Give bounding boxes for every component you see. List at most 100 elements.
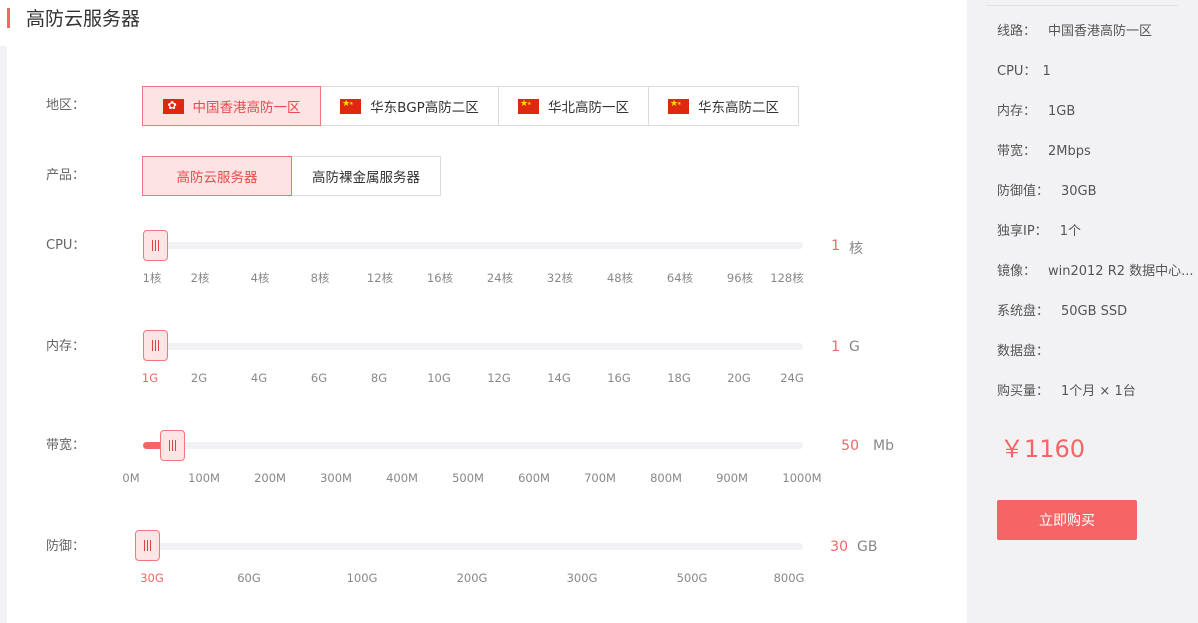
memory-slider-track[interactable] bbox=[143, 343, 803, 350]
product-options: 高防云服务器 高防裸金属服务器 bbox=[142, 156, 441, 196]
memory-tick[interactable]: 24G bbox=[780, 371, 804, 385]
region-options: 中国香港高防一区 华东BGP高防二区 华北高防一区 华东高防二区 bbox=[142, 86, 799, 126]
region-option-label: 华东BGP高防二区 bbox=[370, 100, 479, 116]
summary-key: 防御值： bbox=[997, 184, 1050, 199]
memory-unit: G bbox=[849, 339, 860, 355]
region-option-label: 华东高防二区 bbox=[698, 100, 779, 116]
defense-tick[interactable]: 60G bbox=[237, 571, 261, 585]
summary-row-bandwidth: 带宽： 2Mbps bbox=[997, 144, 1091, 160]
memory-tick[interactable]: 18G bbox=[667, 371, 691, 385]
cn-flag-icon bbox=[518, 98, 539, 114]
cpu-unit: 核 bbox=[849, 241, 863, 257]
memory-tick[interactable]: 20G bbox=[727, 371, 751, 385]
cpu-tick[interactable]: 24核 bbox=[487, 270, 513, 286]
memory-tick[interactable]: 12G bbox=[487, 371, 511, 385]
summary-row-ip: 独享IP： 1个 bbox=[997, 224, 1081, 240]
region-option-east-bgp2[interactable]: 华东BGP高防二区 bbox=[320, 86, 499, 126]
defense-tick[interactable]: 800G bbox=[774, 571, 805, 585]
summary-row-memory: 内存： 1GB bbox=[997, 104, 1075, 120]
cpu-tick[interactable]: 1核 bbox=[143, 270, 162, 286]
summary-row-image: 镜像： win2012 R2 数据中心... bbox=[997, 264, 1194, 280]
summary-key: 镜像： bbox=[997, 264, 1037, 279]
cpu-slider-handle[interactable] bbox=[143, 230, 168, 261]
bandwidth-tick[interactable]: 500M bbox=[452, 471, 484, 485]
summary-key: 线路： bbox=[997, 24, 1037, 39]
memory-tick[interactable]: 10G bbox=[427, 371, 451, 385]
bandwidth-tick[interactable]: 1000M bbox=[782, 471, 821, 485]
cpu-label: CPU： bbox=[46, 238, 86, 253]
memory-tick[interactable]: 14G bbox=[547, 371, 571, 385]
memory-tick[interactable]: 6G bbox=[311, 371, 327, 385]
summary-key: CPU： bbox=[997, 64, 1037, 79]
bandwidth-tick[interactable]: 200M bbox=[254, 471, 286, 485]
region-option-label: 华北高防一区 bbox=[548, 100, 629, 116]
product-label: 产品： bbox=[46, 168, 86, 183]
bandwidth-tick[interactable]: 400M bbox=[386, 471, 418, 485]
defense-unit: GB bbox=[857, 539, 878, 555]
memory-tick[interactable]: 1G bbox=[142, 371, 158, 385]
cpu-tick[interactable]: 12核 bbox=[367, 270, 393, 286]
page-header: 高防云服务器 bbox=[0, 0, 967, 46]
title-accent-bar bbox=[7, 8, 10, 28]
memory-tick[interactable]: 8G bbox=[371, 371, 387, 385]
bandwidth-tick[interactable]: 700M bbox=[584, 471, 616, 485]
memory-slider-handle[interactable] bbox=[143, 330, 168, 361]
bandwidth-value: 50 bbox=[841, 438, 859, 454]
summary-row-system-disk: 系统盘： 50GB SSD bbox=[997, 304, 1127, 320]
memory-tick[interactable]: 4G bbox=[251, 371, 267, 385]
summary-value: 2Mbps bbox=[1048, 144, 1091, 159]
cpu-tick[interactable]: 8核 bbox=[311, 270, 330, 286]
summary-key: 购买量： bbox=[997, 384, 1050, 399]
cpu-tick[interactable]: 16核 bbox=[427, 270, 453, 286]
bandwidth-tick[interactable]: 300M bbox=[320, 471, 352, 485]
bandwidth-slider-handle[interactable] bbox=[160, 430, 185, 461]
hk-flag-icon bbox=[162, 98, 184, 114]
summary-key: 内存： bbox=[997, 104, 1037, 119]
defense-tick[interactable]: 500G bbox=[677, 571, 708, 585]
memory-value: 1 bbox=[831, 339, 840, 355]
cpu-tick[interactable]: 64核 bbox=[667, 270, 693, 286]
summary-key: 数据盘： bbox=[997, 344, 1050, 359]
summary-row-quantity: 购买量： 1个月 × 1台 bbox=[997, 384, 1136, 400]
bandwidth-unit: Mb bbox=[873, 438, 894, 454]
defense-slider-handle[interactable] bbox=[135, 530, 160, 561]
cpu-tick[interactable]: 128核 bbox=[770, 270, 803, 286]
region-option-north1[interactable]: 华北高防一区 bbox=[498, 86, 649, 126]
summary-value: 1GB bbox=[1048, 104, 1076, 119]
bandwidth-tick[interactable]: 900M bbox=[716, 471, 748, 485]
cpu-tick[interactable]: 96核 bbox=[727, 270, 753, 286]
cpu-slider-track[interactable] bbox=[143, 242, 803, 249]
bandwidth-tick[interactable]: 0M bbox=[122, 471, 139, 485]
cpu-tick[interactable]: 2核 bbox=[191, 270, 210, 286]
summary-value: 30GB bbox=[1061, 184, 1097, 199]
bandwidth-tick[interactable]: 100M bbox=[188, 471, 220, 485]
page-title: 高防云服务器 bbox=[26, 8, 141, 30]
cpu-tick[interactable]: 32核 bbox=[547, 270, 573, 286]
summary-row-line: 线路： 中国香港高防一区 bbox=[997, 24, 1152, 40]
bandwidth-slider-track[interactable] bbox=[143, 442, 803, 449]
product-option-cloud[interactable]: 高防云服务器 bbox=[142, 156, 292, 196]
defense-tick[interactable]: 200G bbox=[457, 571, 488, 585]
summary-row-defense: 防御值： 30GB bbox=[997, 184, 1097, 200]
memory-tick[interactable]: 16G bbox=[607, 371, 631, 385]
summary-value: 50GB SSD bbox=[1061, 304, 1128, 319]
defense-tick[interactable]: 30G bbox=[140, 571, 164, 585]
bandwidth-tick[interactable]: 800M bbox=[650, 471, 682, 485]
defense-tick[interactable]: 100G bbox=[347, 571, 378, 585]
defense-slider-track[interactable] bbox=[135, 543, 803, 550]
summary-row-cpu: CPU： 1 bbox=[997, 64, 1051, 80]
product-option-bare-metal[interactable]: 高防裸金属服务器 bbox=[291, 156, 441, 196]
defense-tick[interactable]: 300G bbox=[567, 571, 598, 585]
bandwidth-tick[interactable]: 600M bbox=[518, 471, 550, 485]
cpu-tick[interactable]: 48核 bbox=[607, 270, 633, 286]
defense-label: 防御： bbox=[46, 539, 86, 554]
region-label: 地区： bbox=[46, 98, 86, 113]
region-option-hk1[interactable]: 中国香港高防一区 bbox=[142, 86, 321, 126]
cpu-tick[interactable]: 4核 bbox=[251, 270, 270, 286]
buy-now-button[interactable]: 立即购买 bbox=[997, 500, 1137, 540]
region-option-east2[interactable]: 华东高防二区 bbox=[648, 86, 799, 126]
memory-tick[interactable]: 2G bbox=[191, 371, 207, 385]
cn-flag-icon bbox=[668, 98, 689, 114]
summary-value: 1个 bbox=[1059, 224, 1081, 239]
cn-flag-icon bbox=[340, 98, 362, 114]
